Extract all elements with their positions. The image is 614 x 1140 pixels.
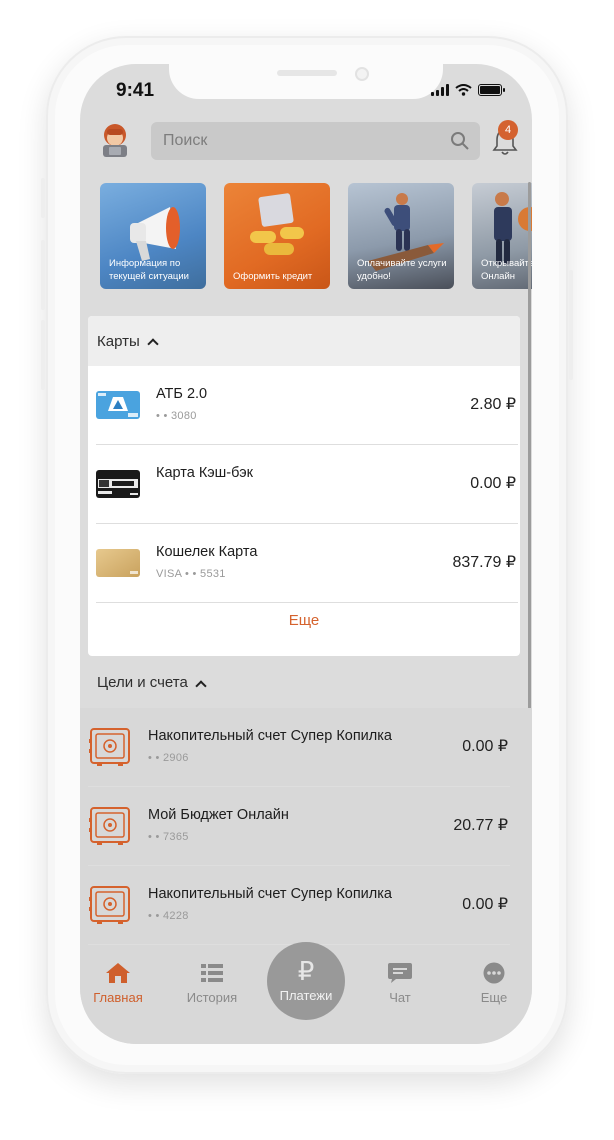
more-dots-icon — [483, 962, 505, 984]
search-placeholder: Поиск — [163, 132, 208, 149]
phone-side-button — [41, 178, 45, 218]
goals-section: Накопительный счет Супер Копилка • • 290… — [80, 708, 532, 968]
list-icon — [201, 964, 223, 982]
card-cashback-icon — [96, 470, 140, 498]
story-label: Оплачивайте услуги удобно! — [357, 258, 447, 282]
tab-home-label: Главная — [93, 990, 143, 1005]
home-icon — [106, 963, 130, 983]
phone-power-button — [569, 270, 573, 380]
cards-section-header[interactable]: Карты — [88, 316, 520, 366]
chat-icon — [388, 963, 412, 983]
cards-more-link[interactable]: Еще — [88, 612, 520, 629]
tab-home[interactable]: Главная — [80, 962, 158, 1005]
account-title: Накопительный счет Супер Копилка — [148, 886, 392, 902]
story-item[interactable]: Оплачивайте услуги удобно! — [348, 183, 454, 289]
account-balance: 20.77 ₽ — [453, 817, 508, 834]
story-item[interactable]: Оформить кредит — [224, 183, 330, 289]
card-atb-icon — [96, 391, 140, 419]
card-row[interactable]: Кошелек Карта VISA • • 5531 837.79 ₽ — [96, 524, 518, 603]
card-number: • • 3080 — [156, 410, 197, 422]
account-row[interactable]: Накопительный счет Супер Копилка • • 290… — [88, 708, 510, 787]
story-label: Информация по текущей ситуации — [109, 258, 189, 282]
safe-icon — [89, 807, 130, 845]
tab-payments-label: Платежи — [279, 988, 333, 1003]
goals-section-title: Цели и счета — [97, 674, 188, 691]
card-balance: 2.80 ₽ — [470, 396, 516, 413]
speaker — [277, 70, 337, 76]
status-time: 9:41 — [116, 80, 155, 101]
search-input[interactable]: Поиск — [151, 122, 480, 160]
safe-icon — [89, 886, 130, 924]
front-camera — [355, 67, 369, 81]
tab-more-label: Еще — [480, 990, 508, 1005]
account-number: • • 4228 — [148, 910, 189, 922]
tab-history-label: История — [186, 990, 238, 1005]
card-title: АТБ 2.0 — [156, 386, 208, 402]
battery-icon — [478, 84, 505, 96]
status-icons — [431, 84, 505, 96]
story-label: Открывайте вклад Онлайн — [481, 258, 532, 282]
cards-section-title: Карты — [97, 332, 140, 350]
tab-history[interactable]: История — [172, 962, 252, 1005]
tab-bar: Главная История ₽ Платежи Чат Еще — [80, 942, 532, 1044]
chevron-up-icon — [147, 338, 159, 350]
search-icon[interactable] — [450, 131, 470, 151]
avatar[interactable] — [99, 123, 131, 157]
card-row[interactable]: АТБ 2.0 • • 3080 2.80 ₽ — [96, 366, 518, 445]
story-label: Оформить кредит — [233, 271, 313, 282]
tab-chat[interactable]: Чат — [360, 962, 440, 1005]
card-number: VISA • • 5531 — [156, 568, 226, 580]
account-row[interactable]: Накопительный счет Супер Копилка • • 422… — [88, 866, 510, 945]
tab-payments[interactable]: ₽ Платежи — [267, 942, 345, 1020]
account-row[interactable]: Мой Бюджет Онлайн • • 7365 20.77 ₽ — [88, 787, 510, 866]
account-balance: 0.00 ₽ — [462, 738, 508, 755]
card-balance: 837.79 ₽ — [452, 554, 516, 571]
account-balance: 0.00 ₽ — [462, 896, 508, 913]
card-row[interactable]: Карта Кэш-бэк 0.00 ₽ — [96, 445, 518, 524]
tab-chat-label: Чат — [389, 990, 411, 1005]
signal-icon — [431, 84, 449, 96]
card-wallet-icon — [96, 549, 140, 577]
goals-section-header[interactable]: Цели и счета — [97, 674, 207, 692]
account-number: • • 2906 — [148, 752, 189, 764]
chevron-up-icon — [195, 679, 207, 692]
story-item[interactable]: Информация по текущей ситуации — [100, 183, 206, 289]
account-title: Мой Бюджет Онлайн — [148, 807, 289, 823]
account-title: Накопительный счет Супер Копилка — [148, 728, 392, 744]
notification-badge: 4 — [498, 120, 518, 140]
account-number: • • 7365 — [148, 831, 189, 843]
phone-volume-down — [41, 320, 45, 390]
story-item[interactable]: Открывайте вклад Онлайн — [472, 183, 532, 289]
app-screen: 9:41 Поиск 4 Информация по текущей ситуа… — [80, 64, 532, 1044]
ruble-icon: ₽ — [297, 956, 315, 986]
card-title: Карта Кэш-бэк — [156, 465, 254, 481]
wifi-icon — [455, 84, 472, 96]
phone-volume-up — [41, 240, 45, 310]
cards-section: Карты АТБ 2.0 • • 3080 2.80 ₽ Карта Кэш-… — [88, 316, 520, 656]
safe-icon — [89, 728, 130, 766]
card-balance: 0.00 ₽ — [470, 475, 516, 492]
notch — [169, 64, 443, 99]
tab-more[interactable]: Еще — [454, 962, 532, 1005]
stories-carousel[interactable]: Информация по текущей ситуации Оформить … — [100, 183, 532, 291]
card-title: Кошелек Карта — [156, 544, 258, 560]
